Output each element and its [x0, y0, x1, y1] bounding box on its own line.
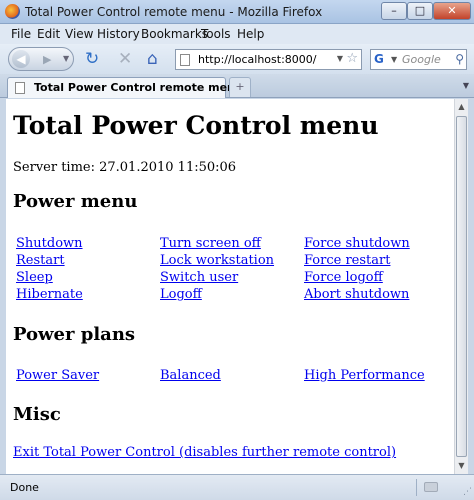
lock-workstation-link[interactable]: Lock workstation: [160, 253, 274, 268]
scrollbar-thumb[interactable]: [456, 116, 467, 457]
tab-list-dropdown-icon[interactable]: ▼: [463, 81, 469, 90]
menu-tools[interactable]: Tools: [201, 27, 231, 41]
abort-shutdown-link[interactable]: Abort shutdown: [304, 287, 409, 302]
page-content: Total Power Control menu Server time: 27…: [6, 99, 454, 474]
reload-icon[interactable]: ↻: [85, 49, 99, 69]
search-input[interactable]: Google: [402, 53, 441, 66]
force-shutdown-link[interactable]: Force shutdown: [304, 236, 410, 251]
magnifier-icon[interactable]: ⚲: [455, 52, 464, 66]
shutdown-link[interactable]: Shutdown: [16, 236, 83, 251]
tab-total-power-control[interactable]: Total Power Control remote menu: [7, 77, 243, 98]
scroll-down-arrow-icon[interactable]: ▼: [455, 458, 468, 474]
window-title: Total Power Control remote menu - Mozill…: [25, 5, 323, 19]
scroll-up-arrow-icon[interactable]: ▲: [455, 99, 468, 115]
exit-link[interactable]: Exit Total Power Control (disables furth…: [13, 445, 396, 460]
url-dropdown-icon[interactable]: ▼: [337, 54, 343, 63]
search-bar[interactable]: G ▼ Google ⚲: [370, 49, 467, 70]
forward-arrow-icon[interactable]: ▶: [43, 53, 51, 66]
force-restart-link[interactable]: Force restart: [304, 253, 390, 268]
menu-view[interactable]: View: [65, 27, 93, 41]
page-icon: [15, 82, 25, 94]
menu-bookmarks[interactable]: Bookmarks: [141, 27, 208, 41]
vertical-scrollbar[interactable]: ▲ ▼: [454, 99, 468, 474]
power-plans-heading: Power plans: [13, 324, 136, 345]
turn-screen-off-link[interactable]: Turn screen off: [160, 236, 261, 251]
tab-strip: Total Power Control remote menu + ▼: [0, 74, 474, 98]
window-frame-right: [468, 99, 474, 474]
switch-user-link[interactable]: Switch user: [160, 270, 238, 285]
sleep-link[interactable]: Sleep: [16, 270, 53, 285]
status-text: Done: [10, 481, 39, 494]
menu-bar: File Edit View History Bookmarks Tools H…: [0, 24, 474, 44]
resize-grip-icon[interactable]: ⋰: [463, 487, 472, 497]
stop-icon[interactable]: ✕: [118, 49, 132, 69]
addon-icon[interactable]: [424, 482, 438, 492]
misc-heading: Misc: [13, 404, 61, 425]
page-title: Total Power Control menu: [13, 111, 379, 140]
status-separator: [416, 479, 417, 496]
power-menu-heading: Power menu: [13, 191, 138, 212]
maximize-button[interactable]: □: [407, 2, 433, 20]
firefox-logo-icon: [5, 4, 20, 19]
menu-file[interactable]: File: [11, 27, 31, 41]
url-bar[interactable]: http://localhost:8000/ ▼ ☆: [175, 49, 362, 70]
navigation-toolbar: ◀ ▶ ▼ ↻ ✕ ⌂ http://localhost:8000/ ▼ ☆ G…: [0, 44, 474, 74]
page-icon: [180, 54, 190, 66]
menu-help[interactable]: Help: [237, 27, 264, 41]
search-engine-dropdown-icon[interactable]: ▼: [391, 55, 397, 64]
force-logoff-link[interactable]: Force logoff: [304, 270, 383, 285]
balanced-link[interactable]: Balanced: [160, 368, 221, 383]
restart-link[interactable]: Restart: [16, 253, 65, 268]
new-tab-button[interactable]: +: [229, 77, 251, 97]
back-arrow-icon[interactable]: ◀: [12, 50, 30, 68]
window-titlebar[interactable]: Total Power Control remote menu - Mozill…: [0, 0, 474, 24]
hibernate-link[interactable]: Hibernate: [16, 287, 83, 302]
menu-edit[interactable]: Edit: [37, 27, 60, 41]
history-dropdown-icon[interactable]: ▼: [63, 54, 69, 63]
home-icon[interactable]: ⌂: [147, 49, 158, 69]
menu-history[interactable]: History: [97, 27, 140, 41]
power-saver-link[interactable]: Power Saver: [16, 368, 99, 383]
star-icon[interactable]: ☆: [346, 51, 358, 66]
status-bar: Done ⋰: [0, 474, 474, 500]
back-forward-group: ◀ ▶ ▼: [8, 47, 74, 71]
tab-label: Total Power Control remote menu: [34, 81, 243, 94]
google-icon[interactable]: G: [374, 52, 390, 67]
minimize-button[interactable]: –: [381, 2, 407, 20]
server-time: Server time: 27.01.2010 11:50:06: [13, 160, 237, 175]
logoff-link[interactable]: Logoff: [160, 287, 202, 302]
url-input[interactable]: http://localhost:8000/: [198, 53, 316, 66]
high-performance-link[interactable]: High Performance: [304, 368, 425, 383]
close-button[interactable]: ✕: [433, 2, 471, 20]
